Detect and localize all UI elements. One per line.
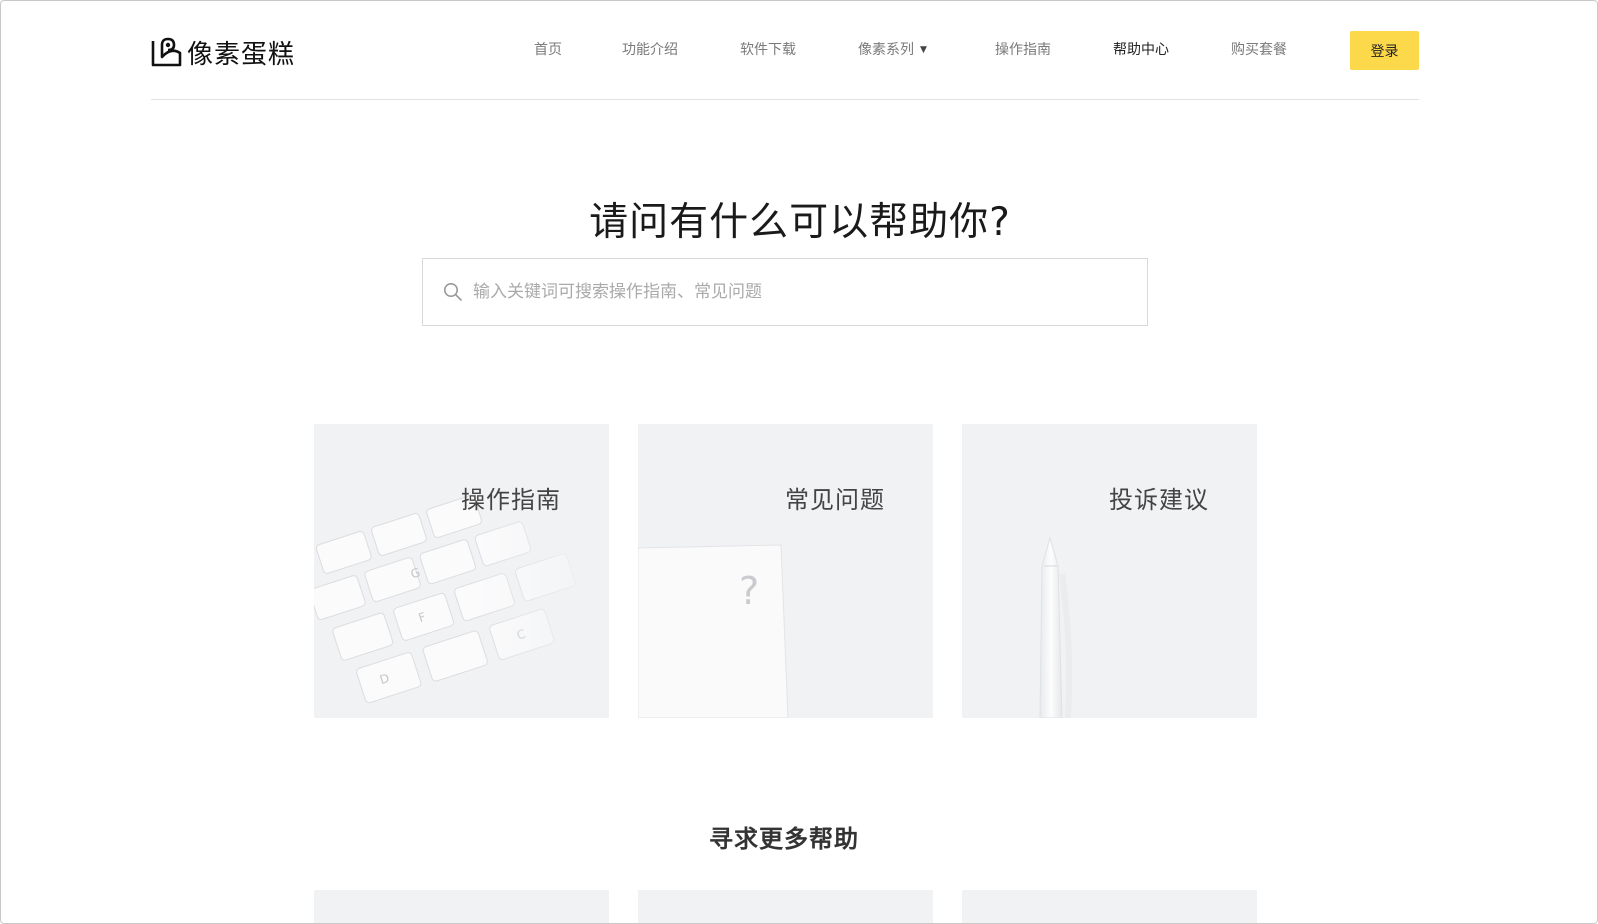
paper-question-illustration: ? [638,544,789,718]
card-title: 常见问题 [785,486,885,514]
pencil-illustration [1039,536,1073,718]
card-operation-guide[interactable]: G F D C 操作指南 [314,424,609,718]
nav-item-features[interactable]: 功能介绍 [622,39,678,59]
main-nav: 首页 功能介绍 软件下载 像素系列 ▼ 操作指南 帮助中心 购买套餐 登录 [151,1,1419,99]
nav-item-home[interactable]: 首页 [534,39,562,59]
nav-item-series[interactable]: 像素系列 ▼ [858,39,927,59]
site-header: 像素蛋糕 首页 功能介绍 软件下载 像素系列 ▼ 操作指南 帮助中心 购买套餐 登… [151,1,1419,100]
nav-item-download[interactable]: 软件下载 [740,39,796,59]
keyboard-illustration: G F D C [314,424,609,718]
card-feedback[interactable]: 投诉建议 [962,424,1257,718]
search-bar[interactable] [422,258,1148,326]
nav-item-series-label: 像素系列 [858,42,914,58]
card-title: 投诉建议 [1109,486,1209,514]
browser-frame: 像素蛋糕 首页 功能介绍 软件下载 像素系列 ▼ 操作指南 帮助中心 购买套餐 登… [0,0,1598,924]
svg-text:?: ? [739,569,759,613]
help-card[interactable] [314,890,609,923]
card-title: 操作指南 [461,486,561,514]
login-button[interactable]: 登录 [1350,31,1419,70]
nav-item-pricing[interactable]: 购买套餐 [1231,39,1287,59]
caret-down-icon: ▼ [920,45,927,55]
help-card[interactable] [962,890,1257,923]
section-title-more-help: 寻求更多帮助 [709,825,859,853]
page-title: 请问有什么可以帮助你? [589,200,1011,245]
search-input[interactable] [473,272,1113,312]
nav-item-guide[interactable]: 操作指南 [995,39,1051,59]
nav-item-help-center[interactable]: 帮助中心 [1113,39,1169,59]
card-faq[interactable]: ? 常见问题 [638,424,933,718]
search-icon [444,283,462,301]
help-card[interactable] [638,890,933,923]
